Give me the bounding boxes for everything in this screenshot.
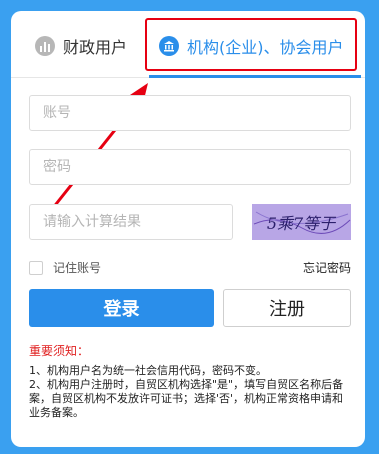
remember-account-toggle[interactable]: 记住账号 bbox=[29, 259, 101, 276]
bank-building-icon bbox=[159, 36, 179, 56]
remember-account-label: 记住账号 bbox=[53, 261, 102, 275]
login-card: 财政用户 机构(企业)、协会用户 账号 请输入计算结果 5乘7等于 记住账号 忘… bbox=[11, 11, 365, 447]
remember-account-checkbox[interactable] bbox=[29, 260, 43, 275]
notice-item: 1、机构用户名为统一社会信用代码，密码不变。 bbox=[29, 364, 267, 377]
user-type-tabs: 财政用户 机构(企业)、协会用户 bbox=[11, 11, 365, 81]
forgot-password-link[interactable]: 忘记密码 bbox=[303, 259, 351, 276]
register-button[interactable]: 注册 bbox=[223, 289, 351, 327]
notice-title: 重要须知： bbox=[29, 344, 90, 358]
tab-organization-user[interactable]: 机构(企业)、协会用户 bbox=[159, 11, 344, 81]
tab-finance-user-label: 财政用户 bbox=[63, 38, 128, 57]
login-button[interactable]: 登录 bbox=[29, 289, 214, 327]
active-tab-indicator bbox=[149, 75, 361, 78]
password-input[interactable] bbox=[29, 149, 351, 185]
tab-finance-user[interactable]: 财政用户 bbox=[35, 11, 127, 81]
captcha-image[interactable]: 5乘7等于 bbox=[252, 204, 351, 240]
tab-organization-user-label: 机构(企业)、协会用户 bbox=[187, 38, 344, 57]
captcha-text: 5乘7等于 bbox=[267, 214, 337, 233]
bar-chart-icon bbox=[35, 36, 55, 56]
account-input[interactable] bbox=[29, 95, 351, 131]
notice-section: 重要须知： 1、机构用户名为统一社会信用代码，密码不变。 2、机构用户注册时，自… bbox=[29, 342, 351, 420]
captcha-input[interactable] bbox=[29, 204, 233, 240]
notice-item: 2、机构用户注册时，自贸区机构选择"是"，填写自贸区名称后备案，自贸区机构不发放… bbox=[29, 378, 344, 419]
